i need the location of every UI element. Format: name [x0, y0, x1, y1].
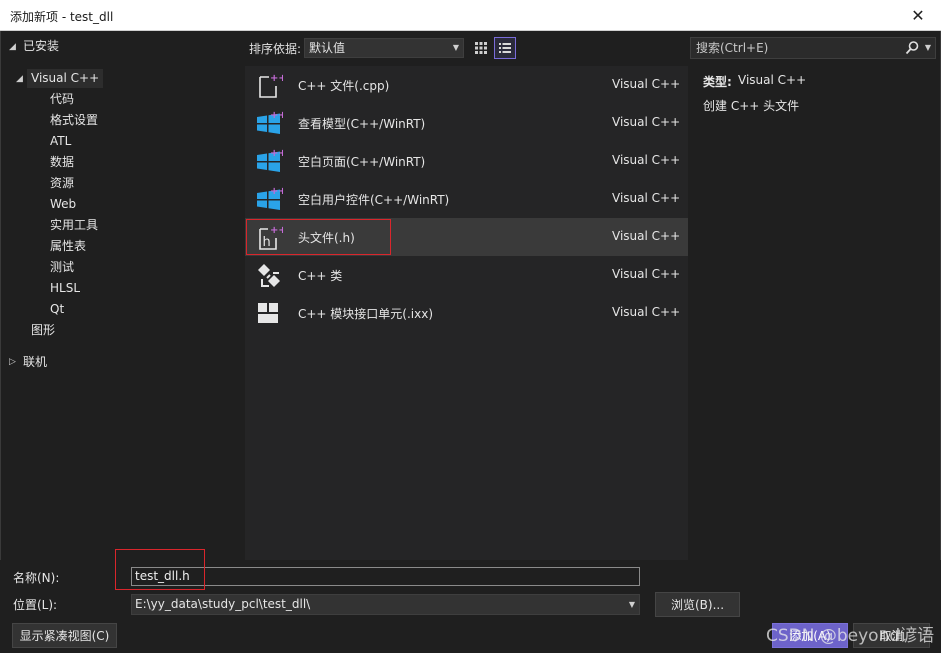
location-label: 位置(L):: [13, 598, 58, 612]
svg-text:++: ++: [270, 186, 283, 197]
list-item[interactable]: C++ 模块接口单元(.ixx) Visual C++: [245, 294, 688, 332]
compact-view-button[interactable]: 显示紧凑视图(C): [12, 623, 117, 648]
window-title: 添加新项 - test_dll: [10, 10, 114, 24]
template-language: Visual C++: [612, 267, 681, 281]
caret-expanded-icon[interactable]: ◢: [9, 42, 16, 52]
template-name: 空白用户控件(C++/WinRT): [298, 193, 450, 207]
tree-item-web[interactable]: Web: [50, 195, 76, 214]
location-dropdown[interactable]: E:\yy_data\study_pcl\test_dll\ ▼: [131, 594, 640, 615]
tree-item-formatting[interactable]: 格式设置: [50, 111, 98, 130]
browse-button[interactable]: 浏览(B)...: [655, 592, 740, 617]
tree-item-online[interactable]: 联机: [23, 353, 47, 372]
svg-text:++: ++: [270, 225, 283, 236]
tree-item-atl[interactable]: ATL: [50, 132, 71, 151]
tree-item-utility[interactable]: 实用工具: [50, 216, 98, 235]
sort-value: 默认值: [309, 41, 346, 55]
close-icon: ✕: [911, 6, 925, 25]
windows-icon: ++: [257, 186, 283, 210]
chevron-down-icon[interactable]: ▼: [925, 38, 931, 58]
list-item[interactable]: ++ 空白用户控件(C++/WinRT) Visual C++: [245, 180, 688, 218]
svg-text:++: ++: [270, 148, 283, 159]
template-description: 创建 C++ 头文件: [703, 99, 800, 113]
list-item[interactable]: ++ 空白页面(C++/WinRT) Visual C++: [245, 142, 688, 180]
template-language: Visual C++: [612, 115, 681, 129]
list-item[interactable]: C++ 类 Visual C++: [245, 256, 688, 294]
sort-label: 排序依据:: [249, 42, 302, 56]
template-language: Visual C++: [612, 191, 681, 205]
type-value: Visual C++: [738, 73, 807, 87]
tree-item-qt[interactable]: Qt: [50, 300, 64, 319]
module-icon: [258, 303, 278, 323]
list-view-icon: [499, 43, 511, 53]
tree-item-hlsl[interactable]: HLSL: [50, 279, 80, 298]
tree-item-data[interactable]: 数据: [50, 153, 74, 172]
template-language: Visual C++: [612, 77, 681, 91]
template-language: Visual C++: [612, 153, 681, 167]
name-label: 名称(N):: [13, 571, 60, 585]
search-input[interactable]: 搜索(Ctrl+E) ▼: [690, 37, 936, 59]
cancel-button[interactable]: 取消: [853, 623, 930, 648]
template-name: 查看模型(C++/WinRT): [298, 117, 426, 131]
cpp-file-icon: ++: [259, 73, 283, 98]
template-list: ++ C++ 文件(.cpp) Visual C++ ++ 查看模型(C++/W…: [245, 66, 688, 560]
location-value: E:\yy_data\study_pcl\test_dll\: [135, 597, 311, 611]
list-view-button[interactable]: [494, 37, 516, 59]
search-placeholder: 搜索(Ctrl+E): [696, 41, 769, 55]
tree-item-property-sheets[interactable]: 属性表: [50, 237, 86, 256]
template-language: Visual C++: [612, 305, 681, 319]
name-field[interactable]: test_dll.h: [131, 567, 640, 586]
add-button[interactable]: 添加(A): [772, 623, 848, 648]
grid-view-icon: [475, 42, 487, 54]
tree-item-visual-cpp[interactable]: Visual C++: [27, 69, 104, 88]
close-button[interactable]: ✕: [895, 0, 941, 31]
caret-collapsed-icon[interactable]: ▷: [9, 357, 16, 367]
grid-view-button[interactable]: [470, 37, 492, 59]
caret-expanded-icon[interactable]: ◢: [16, 74, 23, 84]
cpp-class-icon: [258, 264, 280, 287]
type-label: 类型:: [703, 75, 732, 89]
template-name: C++ 文件(.cpp): [298, 79, 390, 93]
header-file-icon: h ++: [259, 225, 283, 250]
tree-item-graphics[interactable]: 图形: [31, 321, 55, 340]
list-item-selected[interactable]: h ++ 头文件(.h) Visual C++: [245, 218, 688, 256]
chevron-down-icon: ▼: [628, 600, 635, 609]
tree-item-code[interactable]: 代码: [50, 90, 74, 109]
tree-item-test[interactable]: 测试: [50, 258, 74, 277]
chevron-down-icon: ▼: [452, 43, 459, 52]
tree-item-resource[interactable]: 资源: [50, 174, 74, 193]
windows-icon: ++: [257, 110, 283, 134]
windows-icon: ++: [257, 148, 283, 172]
search-icon: [905, 41, 919, 55]
template-name: 空白页面(C++/WinRT): [298, 155, 426, 169]
title-bar: 添加新项 - test_dll ✕: [0, 0, 941, 31]
svg-text:++: ++: [270, 73, 283, 84]
sort-dropdown[interactable]: 默认值 ▼: [304, 38, 464, 58]
template-language: Visual C++: [612, 229, 681, 243]
list-item[interactable]: ++ C++ 文件(.cpp) Visual C++: [245, 66, 688, 104]
svg-text:++: ++: [270, 110, 283, 121]
tree-item-installed[interactable]: 已安装: [23, 37, 59, 56]
template-name: 头文件(.h): [298, 231, 355, 245]
template-name: C++ 模块接口单元(.ixx): [298, 307, 434, 321]
template-name: C++ 类: [298, 269, 343, 283]
list-item[interactable]: ++ 查看模型(C++/WinRT) Visual C++: [245, 104, 688, 142]
svg-text:h: h: [263, 235, 271, 250]
